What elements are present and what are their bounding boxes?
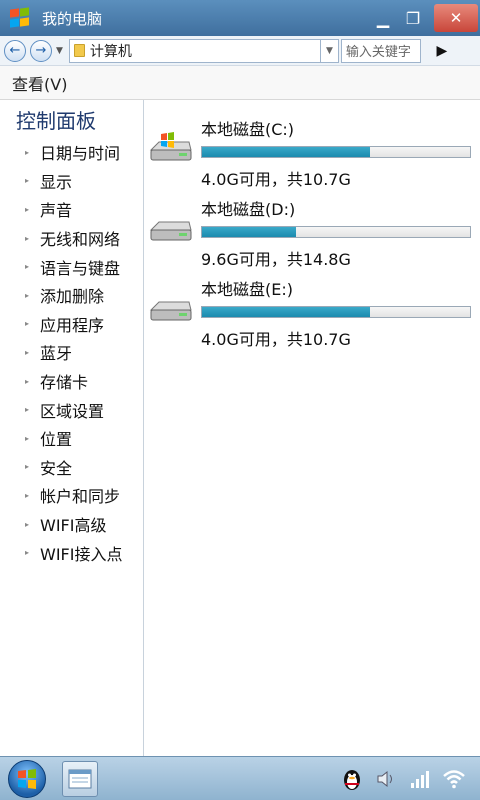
drive-free-space: 9.6G可用，共14.8G [201,250,351,269]
sidebar-item-label: 应用程序 [40,315,105,335]
signal-strength-icon[interactable] [408,767,432,791]
sidebar-item-label: WIFI高级 [40,516,107,536]
sidebar-item[interactable]: ▸ 日期与时间 [0,138,143,167]
sidebar-item[interactable]: ▸ 添加删除 [0,281,143,310]
explorer-task-button[interactable] [62,760,98,797]
windows-logo-icon [8,7,32,29]
drive-item[interactable]: 本地磁盘(D:) 9.6G可用，共14.8G [145,188,480,269]
hard-drive-icon [149,210,193,250]
sidebar-item-label: 日期与时间 [40,144,121,164]
sidebar-item[interactable]: ▸ 帐户和同步 [0,481,143,510]
start-button[interactable] [8,759,46,798]
menu-view[interactable]: 查看(V) [12,71,67,95]
minimize-button[interactable]: ▁ [368,3,398,33]
expand-arrow-icon: ▸ [24,347,29,357]
sidebar-item-label: 蓝牙 [40,344,73,364]
expand-arrow-icon: ▸ [24,319,29,329]
qq-penguin-icon[interactable] [340,767,364,791]
drive-free-space: 4.0G可用，共10.7G [201,330,351,349]
sidebar-item[interactable]: ▸ 声音 [0,195,143,224]
restore-button[interactable]: ❐ [398,3,428,33]
title-bar: 我的电脑 ▁ ❐ ✕ [0,0,480,36]
expand-arrow-icon: ▸ [24,519,29,529]
expand-arrow-icon: ▸ [24,376,29,386]
go-button[interactable]: ▶ [427,39,457,63]
hard-drive-icon [149,290,193,330]
address-bar: ← → ▼ 计算机 ▼ 输入关键字 ▶ [0,36,480,66]
control-panel-sidebar: 控制面板 ▸ 日期与时间 ▸ 显示 ▸ 声音 ▸ 无线和网络 ▸ 语言与键盘 ▸ 添加删除 ▸ 应用程序 ▸… [0,100,144,756]
sidebar-item-label: 语言与键盘 [40,258,121,278]
sidebar-item-label: 存储卡 [40,373,89,393]
sidebar-title: 控制面板 [16,109,96,133]
window-icon [68,769,92,788]
expand-arrow-icon: ▸ [24,462,29,472]
drive-usage-fill [202,227,297,237]
sidebar-item[interactable]: ▸ 存储卡 [0,367,143,396]
expand-arrow-icon: ▸ [24,405,29,415]
sidebar-item[interactable]: ▸ 安全 [0,453,143,482]
expand-arrow-icon: ▸ [24,290,29,300]
drive-usage-bar [201,226,471,238]
close-button[interactable]: ✕ [434,4,478,32]
taskbar [0,756,480,800]
system-drive-icon [149,130,193,170]
sidebar-item-label: 位置 [40,430,73,450]
sidebar-item[interactable]: ▸ WIFI高级 [0,510,143,539]
expand-arrow-icon: ▸ [24,262,29,272]
sidebar-item-label: 安全 [40,458,73,478]
drives-pane: 本地磁盘(C:) 4.0G可用，共10.7G 本地磁盘(D:) 9.6G可用，共14.… [145,100,480,756]
drive-usage-bar [201,306,471,318]
volume-icon[interactable] [374,767,398,791]
drive-name: 本地磁盘(C:) [201,120,295,139]
forward-button[interactable]: → [30,39,52,62]
drive-usage-bar [201,146,471,158]
sidebar-item[interactable]: ▸ 蓝牙 [0,338,143,367]
sidebar-item[interactable]: ▸ 应用程序 [0,310,143,339]
expand-arrow-icon: ▸ [24,433,29,443]
drive-name: 本地磁盘(E:) [201,280,293,299]
sidebar-item-label: 显示 [40,172,73,192]
search-input[interactable]: 输入关键字 [340,38,421,63]
sidebar-item[interactable]: ▸ 无线和网络 [0,224,143,253]
drive-usage-fill [202,307,370,317]
drive-name: 本地磁盘(D:) [201,200,296,219]
windows-logo-icon [18,768,36,789]
sidebar-item[interactable]: ▸ 显示 [0,167,143,196]
expand-arrow-icon: ▸ [24,490,29,500]
sidebar-item-label: 区域设置 [40,401,105,421]
sidebar-item[interactable]: ▸ 位置 [0,424,143,453]
expand-arrow-icon: ▸ [24,233,29,243]
sidebar-item[interactable]: ▸ 语言与键盘 [0,252,143,281]
menu-bar: 查看(V) [0,66,480,100]
expand-arrow-icon: ▸ [24,147,29,157]
window-title: 我的电脑 [42,9,103,28]
sidebar-item[interactable]: ▸ 区域设置 [0,395,143,424]
expand-arrow-icon: ▸ [24,548,29,558]
drive-usage-fill [202,147,370,157]
sidebar-item[interactable]: ▸ WIFI接入点 [0,538,143,567]
drive-item[interactable]: 本地磁盘(E:) 4.0G可用，共10.7G [145,268,480,349]
sidebar-item-label: 添加删除 [40,287,105,307]
sidebar-item-label: 声音 [40,201,73,221]
address-dropdown-icon[interactable]: ▼ [320,38,339,63]
address-field[interactable]: 计算机 [68,38,321,63]
history-dropdown-icon[interactable]: ▼ [56,46,63,56]
folder-icon [73,44,85,57]
expand-arrow-icon: ▸ [24,204,29,214]
expand-arrow-icon: ▸ [24,176,29,186]
address-path: 计算机 [89,43,132,60]
sidebar-item-label: WIFI接入点 [40,544,123,564]
back-button[interactable]: ← [4,39,26,62]
drive-free-space: 4.0G可用，共10.7G [201,170,351,189]
sidebar-item-label: 帐户和同步 [40,487,121,507]
wifi-icon[interactable] [442,767,466,791]
sidebar-item-label: 无线和网络 [40,230,121,250]
drive-item[interactable]: 本地磁盘(C:) 4.0G可用，共10.7G [145,108,480,189]
